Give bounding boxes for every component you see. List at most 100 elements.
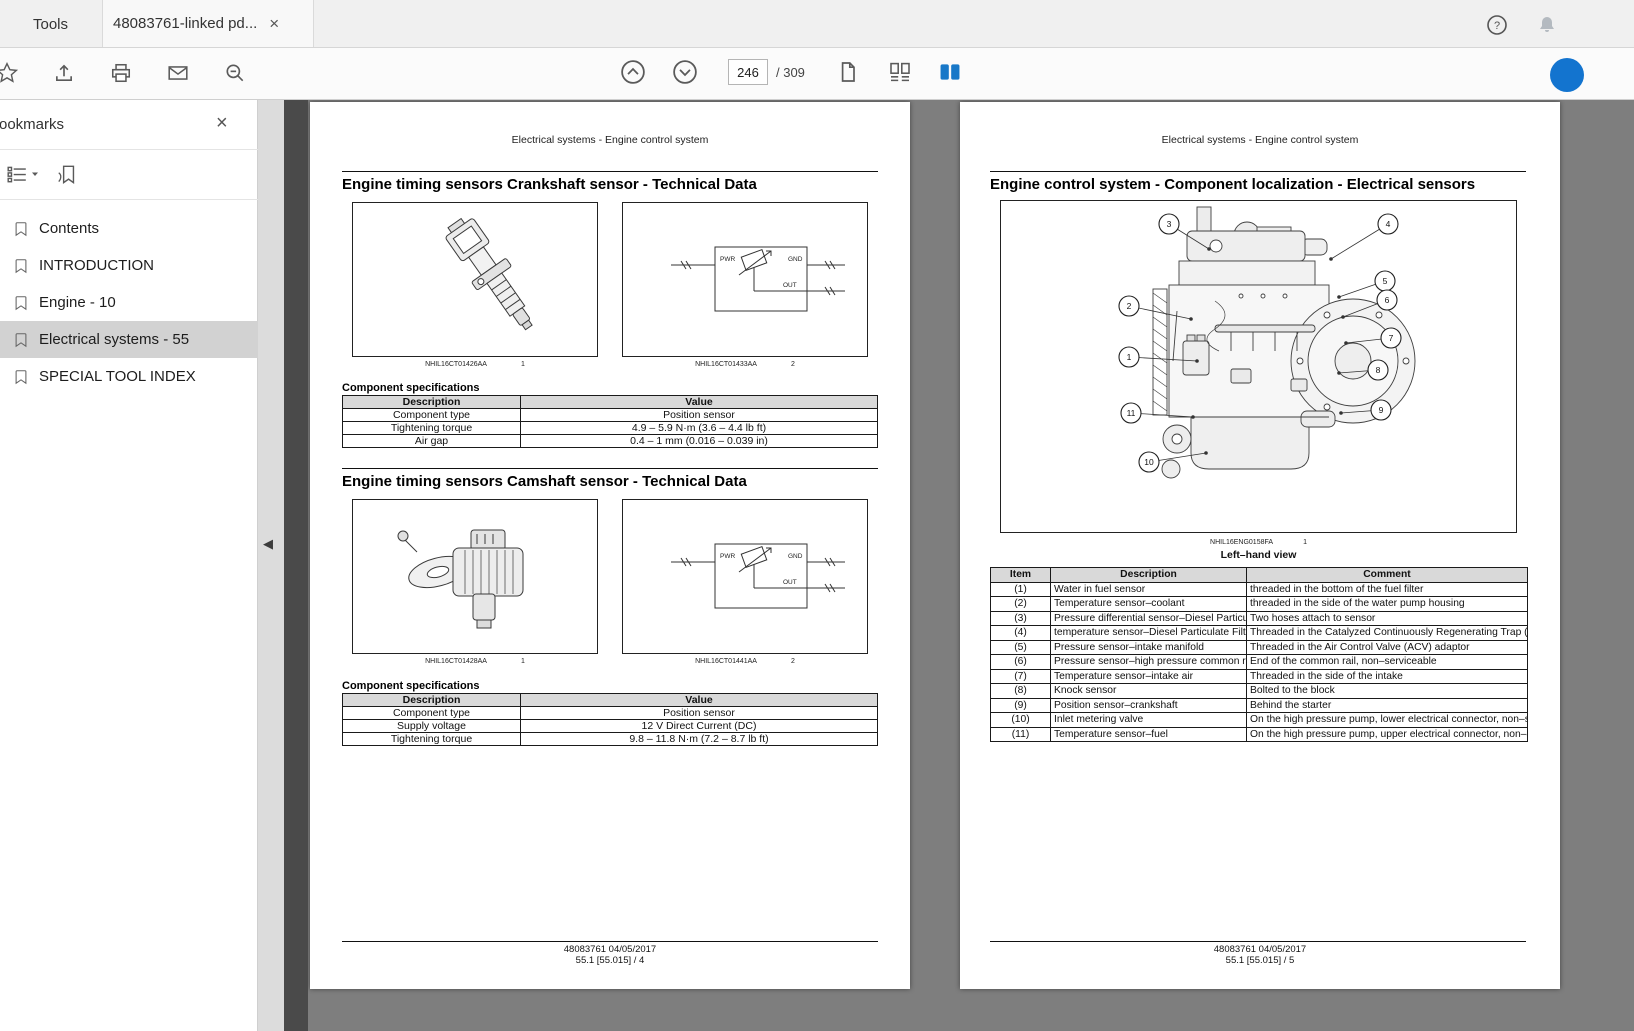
bookmarks-panel-header: ookmarks × [0, 100, 258, 150]
table-cell: On the high pressure pump, lower electri… [1247, 713, 1528, 728]
table-row: (10)Inlet metering valveOn the high pres… [991, 713, 1528, 728]
callout-number: 6 [1385, 295, 1390, 305]
callout-number: 8 [1376, 365, 1381, 375]
sidebar-item-label: Engine - 10 [39, 294, 116, 311]
close-tab-icon[interactable]: × [269, 15, 279, 32]
figure-view-label: Left–hand view [1000, 549, 1517, 561]
table-cell: Temperature sensor–coolant [1051, 597, 1247, 612]
table-cell: (2) [991, 597, 1051, 612]
table-cell: 4.9 – 5.9 N·m (3.6 – 4.4 lb ft) [521, 422, 878, 435]
table-row: (4)temperature sensor–Diesel Particulate… [991, 626, 1528, 641]
table-cell: Component type [343, 707, 521, 720]
svg-text:?: ? [1494, 20, 1500, 32]
figure-caption: NHIL16CT01426AA1 [352, 361, 598, 368]
circuit-label-gnd: GND [788, 553, 803, 560]
notifications-bell-icon[interactable] [1536, 14, 1558, 36]
table-row: Component typePosition sensor [343, 409, 878, 422]
footer-page-ref: 55.1 [55.015] / 5 [960, 956, 1560, 967]
table-cell: End of the common rail, non–serviceable [1247, 655, 1528, 670]
page-header: Electrical systems - Engine control syst… [310, 134, 910, 146]
table-cell: Threaded in the Catalyzed Continuously R… [1247, 626, 1528, 641]
favorite-star-icon[interactable] [0, 60, 20, 86]
callout-number: 4 [1386, 219, 1391, 229]
table-cell: Bolted to the block [1247, 684, 1528, 699]
table-cell: (3) [991, 611, 1051, 626]
sidebar-item-electrical-systems[interactable]: Electrical systems - 55 [0, 321, 258, 358]
bookmark-icon [13, 258, 29, 274]
figure-caption: NHIL16CT01441AA2 [622, 658, 868, 665]
next-page-icon[interactable] [672, 59, 698, 85]
callout-number: 7 [1389, 333, 1394, 343]
figure-crankshaft-circuit: PWR GND OUT [622, 202, 868, 357]
section-title-localization: Engine control system - Component locali… [990, 176, 1475, 193]
tab-document[interactable]: 48083761-linked pd... × [102, 0, 314, 47]
share-upload-icon[interactable] [51, 60, 77, 86]
camshaft-sensor-drawing [353, 500, 598, 654]
footer-page-ref: 55.1 [55.015] / 4 [310, 956, 910, 967]
document-tab-title: 48083761-linked pd... [113, 15, 257, 32]
callout-number: 9 [1379, 405, 1384, 415]
expand-current-bookmark-icon[interactable] [56, 163, 80, 187]
table-cell: Pressure sensor–high pressure common rai… [1051, 655, 1247, 670]
email-icon[interactable] [165, 60, 191, 86]
acrobat-window: { "tabbar": { "tools_tab": "Tools", "doc… [0, 0, 1634, 1031]
single-page-view-icon[interactable] [835, 59, 861, 85]
table-cell: (8) [991, 684, 1051, 699]
table-cell: (1) [991, 582, 1051, 597]
column-header: Value [521, 396, 878, 409]
table-cell: Threaded in the side of the intake [1247, 669, 1528, 684]
two-page-view-icon[interactable] [937, 59, 963, 85]
sidebar-item-contents[interactable]: Contents [0, 210, 258, 247]
close-panel-icon[interactable]: × [216, 113, 228, 133]
callout-number: 5 [1383, 276, 1388, 286]
pdf-page-left: Electrical systems - Engine control syst… [310, 102, 910, 989]
section-title-camshaft: Engine timing sensors Camshaft sensor - … [342, 473, 747, 490]
sidebar-item-label: SPECIAL TOOL INDEX [39, 368, 196, 385]
section-rule [342, 468, 878, 469]
camshaft-spec-table: Description Value Component typePosition… [342, 693, 878, 746]
footer-doc-id: 48083761 04/05/2017 [960, 945, 1560, 956]
sidebar-item-label: Contents [39, 220, 99, 237]
previous-page-icon[interactable] [620, 59, 646, 85]
tools-panel-fab[interactable] [1550, 58, 1584, 92]
crankshaft-spec-table: Description Value Component typePosition… [342, 395, 878, 448]
callout-number: 1 [1127, 352, 1132, 362]
sensor-localization-table: Item Description Comment (1)Water in fue… [990, 567, 1528, 742]
table-row: (6)Pressure sensor–high pressure common … [991, 655, 1528, 670]
bookmarks-list: Contents INTRODUCTION Engine - 10 Electr… [0, 210, 258, 395]
page-number-input[interactable] [728, 59, 768, 85]
table-row: Supply voltage12 V Direct Current (DC) [343, 720, 878, 733]
figure-caption: NHIL16CT01428AA1 [352, 658, 598, 665]
print-icon[interactable] [108, 60, 134, 86]
table-row: Component typePosition sensor [343, 707, 878, 720]
table-cell: (10) [991, 713, 1051, 728]
tab-tools[interactable]: Tools [0, 0, 101, 48]
table-cell: Supply voltage [343, 720, 521, 733]
table-cell: Air gap [343, 435, 521, 448]
collapse-panel-icon[interactable]: ◀ [263, 536, 273, 552]
table-cell: threaded in the side of the water pump h… [1247, 597, 1528, 612]
table-row: Tightening torque9.8 – 11.8 N·m (7.2 – 8… [343, 733, 878, 746]
table-row: (5)Pressure sensor–intake manifoldThread… [991, 640, 1528, 655]
zoom-out-icon[interactable] [222, 60, 248, 86]
table-cell: Inlet metering valve [1051, 713, 1247, 728]
sidebar-item-label: Electrical systems - 55 [39, 331, 189, 348]
bookmarks-panel: ookmarks × Contents INTRODUCTION Engine … [0, 100, 258, 1031]
panel-gutter [258, 100, 284, 1031]
circuit-label-out: OUT [783, 282, 797, 289]
table-cell: (7) [991, 669, 1051, 684]
sidebar-item-introduction[interactable]: INTRODUCTION [0, 247, 258, 284]
sidebar-item-engine[interactable]: Engine - 10 [0, 284, 258, 321]
sidebar-item-special-tool-index[interactable]: SPECIAL TOOL INDEX [0, 358, 258, 395]
figure-caption: NHIL16CT01433AA2 [622, 361, 868, 368]
table-cell: temperature sensor–Diesel Particulate Fi… [1051, 626, 1247, 641]
bookmarks-title: ookmarks [0, 116, 64, 133]
bookmark-icon [13, 332, 29, 348]
help-icon[interactable]: ? [1486, 14, 1508, 36]
bookmark-options-icon[interactable] [6, 163, 39, 185]
panel-divider [284, 100, 308, 1031]
callout-number: 3 [1167, 219, 1172, 229]
page-layout-icon[interactable] [887, 59, 913, 85]
table-cell: Pressure sensor–intake manifold [1051, 640, 1247, 655]
column-header: Description [343, 694, 521, 707]
